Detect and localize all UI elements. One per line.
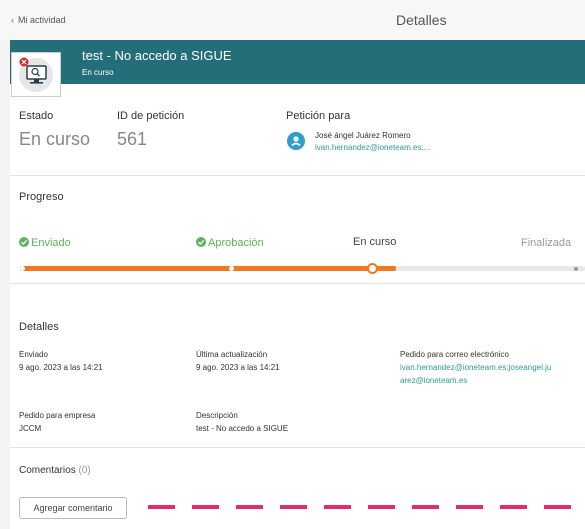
- id-value: 561: [117, 129, 148, 149]
- avatar: [287, 132, 305, 150]
- progress-title: Progreso: [19, 191, 64, 203]
- annotation-dashed-line: [148, 505, 585, 509]
- progress-fill: [20, 266, 396, 271]
- peticion-para-label: Petición para: [286, 110, 351, 122]
- step-finalizada: Finalizada: [521, 237, 572, 249]
- enviado-value: 9 ago. 2023 a las 14:21: [19, 363, 103, 372]
- empresa-value: JCCM: [19, 424, 42, 433]
- chevron-left-icon: ‹: [11, 15, 14, 25]
- ultima-actualizacion-label: Última actualización: [196, 350, 268, 359]
- step-aprobacion: Aprobación: [196, 237, 264, 249]
- step-enviado: Enviado: [19, 237, 71, 249]
- request-icon: [11, 52, 61, 97]
- requester-email-link[interactable]: ivan.hernandez@ioneteam.es;...: [315, 143, 430, 152]
- correo-link-line1[interactable]: ivan.hernandez@ioneteam.es;joseangel.ju: [400, 363, 551, 372]
- page-title: Detalles: [396, 12, 447, 28]
- correo-label: Pedido para correo electrónico: [400, 350, 509, 359]
- request-title: test - No accedo a SIGUE: [82, 48, 232, 63]
- divider: [10, 447, 585, 448]
- id-label: ID de petición: [117, 110, 185, 122]
- comments-count: (0): [78, 465, 91, 476]
- details-title: Detalles: [19, 321, 59, 333]
- details-panel: [10, 84, 585, 529]
- step-en-curso: En curso: [353, 236, 397, 248]
- ultima-actualizacion-value: 9 ago. 2023 a las 14:21: [196, 363, 280, 372]
- progress-end-dot: [574, 267, 578, 271]
- add-comment-button[interactable]: Agregar comentario: [19, 497, 127, 519]
- monitor-search-icon: [19, 57, 53, 92]
- progress-current-marker: [367, 263, 378, 274]
- back-link-label: Mi actividad: [18, 15, 66, 25]
- progress-dot: [229, 266, 234, 271]
- descripcion-label: Descripción: [196, 411, 238, 420]
- step-label: Enviado: [31, 237, 71, 249]
- estado-value: En curso: [19, 129, 91, 149]
- enviado-label: Enviado: [19, 350, 48, 359]
- user-icon: [291, 136, 301, 147]
- empresa-label: Pedido para empresa: [19, 411, 96, 420]
- request-header: test - No accedo a SIGUE En curso: [10, 40, 585, 84]
- divider: [10, 175, 585, 176]
- check-circle-icon: [196, 237, 206, 247]
- requester-name: José ángel Juárez Romero: [315, 131, 411, 140]
- divider: [10, 283, 585, 284]
- check-circle-icon: [19, 237, 29, 247]
- estado-label: Estado: [19, 110, 54, 122]
- comments-label: Comentarios: [19, 465, 76, 476]
- request-status: En curso: [82, 68, 114, 77]
- correo-link-line2[interactable]: arez@ioneteam.es: [400, 376, 467, 385]
- step-label: Aprobación: [208, 237, 264, 249]
- progress-dot: [20, 266, 25, 271]
- comments-heading: Comentarios (0): [19, 465, 91, 476]
- back-link[interactable]: ‹ Mi actividad: [11, 15, 66, 25]
- descripcion-value: test - No accedo a SIGUE: [196, 424, 289, 433]
- top-bar: ‹ Mi actividad Detalles: [0, 0, 585, 40]
